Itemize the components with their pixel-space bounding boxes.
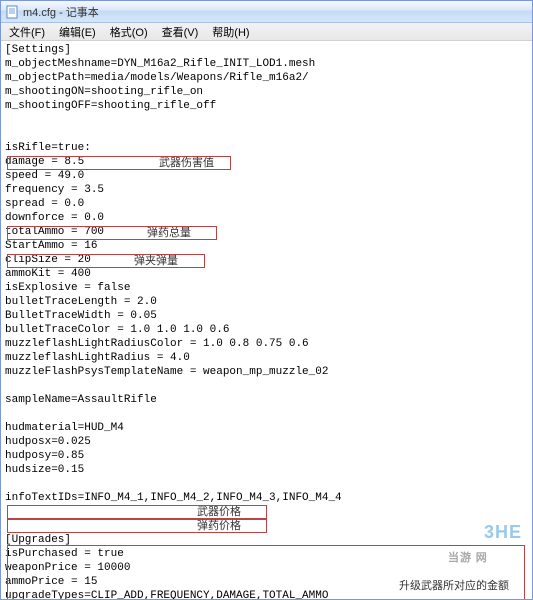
app-window: m4.cfg - 记事本 文件(F) 编辑(E) 格式(O) 查看(V) 帮助(… [0,0,533,600]
cfg-line: [Settings] [5,43,528,57]
cfg-line: sampleName=AssaultRifle [5,393,528,407]
label-weaponprice: 武器价格 [197,505,241,519]
cfg-line [5,505,528,519]
cfg-line: clipSize = 20 [5,253,528,267]
cfg-line: m_objectPath=media/models/Weapons/Rifle_… [5,71,528,85]
cfg-line: bulletTraceLength = 2.0 [5,295,528,309]
cfg-line: isRifle=true: [5,141,528,155]
label-damage: 武器伤害值 [159,156,214,170]
cfg-line: hudposy=0.85 [5,449,528,463]
cfg-line: damage = 8.5 [5,155,528,169]
text-area[interactable]: [Settings] m_objectMeshname=DYN_M16a2_Ri… [1,41,532,599]
cfg-line: hudsize=0.15 [5,463,528,477]
cfg-line: hudposx=0.025 [5,435,528,449]
cfg-line: downforce = 0.0 [5,211,528,225]
cfg-line: muzzleflashLightRadiusColor = 1.0 0.8 0.… [5,337,528,351]
cfg-line: speed = 49.0 [5,169,528,183]
cfg-line: hudmaterial=HUD_M4 [5,421,528,435]
cfg-line: m_shootingOFF=shooting_rifle_off [5,99,528,113]
label-ammoprice: 弹药价格 [197,519,241,533]
menu-format[interactable]: 格式(O) [104,23,154,41]
menu-help[interactable]: 帮助(H) [206,23,255,41]
cfg-line: ammoKit = 400 [5,267,528,281]
titlebar: m4.cfg - 记事本 [1,1,532,23]
cfg-line: isExplosive = false [5,281,528,295]
cfg-line: spread = 0.0 [5,197,528,211]
cfg-line: [Upgrades] [5,533,528,547]
cfg-line: muzzleFlashPsysTemplateName = weapon_mp_… [5,365,528,379]
cfg-line [5,519,528,533]
label-clipsize: 弹夹弹量 [134,254,178,268]
notepad-icon [5,5,19,19]
cfg-line: m_objectMeshname=DYN_M16a2_Rifle_INIT_LO… [5,57,528,71]
label-upgradenote: 升级武器所对应的金额 [399,579,509,593]
menu-view[interactable]: 查看(V) [156,23,205,41]
menu-edit[interactable]: 编辑(E) [53,23,102,41]
cfg-line: frequency = 3.5 [5,183,528,197]
cfg-line: muzzleflashLightRadius = 4.0 [5,351,528,365]
cfg-line [5,113,528,127]
cfg-line: weaponPrice = 10000 [5,561,528,575]
cfg-line: totalAmmo = 700 [5,225,528,239]
cfg-line: infoTextIDs=INFO_M4_1,INFO_M4_2,INFO_M4_… [5,491,528,505]
cfg-line: BulletTraceWidth = 0.05 [5,309,528,323]
menu-file[interactable]: 文件(F) [3,23,51,41]
cfg-line [5,477,528,491]
cfg-line [5,407,528,421]
cfg-line: isPurchased = true [5,547,528,561]
cfg-line: m_shootingON=shooting_rifle_on [5,85,528,99]
cfg-line [5,127,528,141]
window-title: m4.cfg - 记事本 [23,4,99,20]
label-totalammo: 弹药总量 [147,226,191,240]
menubar: 文件(F) 编辑(E) 格式(O) 查看(V) 帮助(H) [1,23,532,41]
cfg-line: bulletTraceColor = 1.0 1.0 1.0 0.6 [5,323,528,337]
cfg-line [5,379,528,393]
cfg-line: StartAmmo = 16 [5,239,528,253]
